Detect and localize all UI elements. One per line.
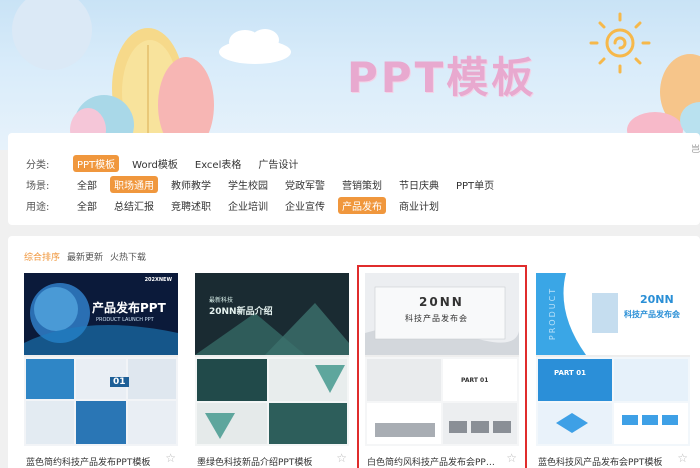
filter-option[interactable]: 学生校园 <box>224 176 272 193</box>
filter-label: 分类: <box>26 159 50 171</box>
template-list-panel: 综合排序 最新更新 火热下载 产品发布PPT PRODUCT LAUNCH PP… <box>8 236 700 468</box>
thumb-subtitle: PRODUCT LAUNCH PPT <box>96 317 154 323</box>
template-caption[interactable]: 墨绿色科技新品介绍PPT模板 <box>197 455 325 468</box>
template-caption[interactable]: 蓝色简约科技产品发布PPT模板 <box>26 455 154 468</box>
banner-title: PPT模板 <box>347 53 537 102</box>
star-icon[interactable]: ☆ <box>336 451 347 465</box>
template-card-selected[interactable]: 20NN 科技产品发布会 PART 01 白色简约风科技产品发布会PPT... … <box>357 265 527 468</box>
filter-option[interactable]: 企业宣传 <box>281 197 329 214</box>
filter-row-scene: 场景: 全部 职场通用 教师教学 学生校园 党政军警 营销策划 节日庆典 PPT… <box>26 175 507 193</box>
filter-option[interactable]: 营销策划 <box>338 176 386 193</box>
filter-panel: 岂 分类: PPT模板 Word模板 Excel表格 广告设计 场景: 全部 职… <box>8 133 700 225</box>
sort-option[interactable]: 综合排序 <box>24 250 60 263</box>
sort-bar: 综合排序 最新更新 火热下载 <box>24 250 153 263</box>
side-glyph: 岂 <box>690 145 700 155</box>
star-icon[interactable]: ☆ <box>506 451 517 465</box>
thumb-title: 20NN新品介绍 <box>209 307 273 317</box>
sort-option[interactable]: 最新更新 <box>67 250 103 263</box>
banner: PPT模板 <box>0 0 700 150</box>
thumb-subtitle: 科技产品发布会 <box>405 314 468 323</box>
template-card[interactable]: PRODUCT 20NN 科技产品发布会 PART 01 蓝色科技风产品发布会P… <box>536 273 690 468</box>
thumb-title: 产品发布PPT <box>92 301 166 315</box>
thumb-part: 01 <box>110 377 129 387</box>
filter-option[interactable]: 竞聘述职 <box>167 197 215 214</box>
filter-row-usage: 用途: 全部 总结汇报 竞聘述职 企业培训 企业宣传 产品发布 商业计划 <box>26 196 452 214</box>
thumb-part: PART 01 <box>461 377 489 384</box>
filter-option[interactable]: PPT单页 <box>452 176 498 193</box>
thumb-subtitle: 最新科技 <box>209 297 234 304</box>
thumb-subtitle: 科技产品发布会 <box>624 310 680 319</box>
template-card[interactable]: 最新科技 20NN新品介绍 墨绿色科技新品介绍PPT模板 ☆ <box>195 273 349 468</box>
template-thumbnail[interactable]: 最新科技 20NN新品介绍 <box>195 273 349 446</box>
cloud-icon <box>219 29 291 64</box>
filter-label: 场景: <box>26 180 50 192</box>
sort-option[interactable]: 火热下载 <box>110 250 146 263</box>
filter-option[interactable]: Word模板 <box>128 155 182 172</box>
filter-option[interactable]: 教师教学 <box>167 176 215 193</box>
filter-option[interactable]: 党政军警 <box>281 176 329 193</box>
filter-option[interactable]: 全部 <box>73 176 101 193</box>
filter-option[interactable]: 企业培训 <box>224 197 272 214</box>
filter-row-category: 分类: PPT模板 Word模板 Excel表格 广告设计 <box>26 154 311 172</box>
filter-option[interactable]: 全部 <box>73 197 101 214</box>
sun-icon <box>589 12 651 74</box>
template-card[interactable]: 产品发布PPT PRODUCT LAUNCH PPT 202XNEW 01 蓝色… <box>24 273 178 468</box>
thumb-title: 20NN <box>419 295 464 309</box>
template-thumbnail[interactable]: 20NN 科技产品发布会 PART 01 <box>365 273 519 446</box>
filter-option[interactable]: 广告设计 <box>254 155 302 172</box>
thumb-title: 20NN <box>640 293 674 306</box>
template-thumbnail[interactable]: 产品发布PPT PRODUCT LAUNCH PPT 202XNEW 01 <box>24 273 178 446</box>
thumb-part: PART 01 <box>554 369 586 377</box>
filter-option[interactable]: 节日庆典 <box>395 176 443 193</box>
template-caption[interactable]: 白色简约风科技产品发布会PPT... <box>367 455 495 468</box>
filter-option[interactable]: 产品发布 <box>338 196 386 214</box>
thumb-year: 202XNEW <box>144 277 172 283</box>
filter-option[interactable]: PPT模板 <box>73 154 120 172</box>
filter-option[interactable]: Excel表格 <box>191 155 246 172</box>
filter-option[interactable]: 商业计划 <box>395 197 443 214</box>
template-thumbnail[interactable]: PRODUCT 20NN 科技产品发布会 PART 01 <box>536 273 690 446</box>
thumb-side-text: PRODUCT <box>548 286 558 341</box>
filter-option[interactable]: 职场通用 <box>110 175 158 193</box>
tree-illustration <box>12 0 214 150</box>
star-icon[interactable]: ☆ <box>677 451 688 465</box>
star-icon[interactable]: ☆ <box>165 451 176 465</box>
template-caption[interactable]: 蓝色科技风产品发布会PPT模板 <box>538 455 666 468</box>
filter-option[interactable]: 总结汇报 <box>110 197 158 214</box>
filter-label: 用途: <box>26 201 50 213</box>
